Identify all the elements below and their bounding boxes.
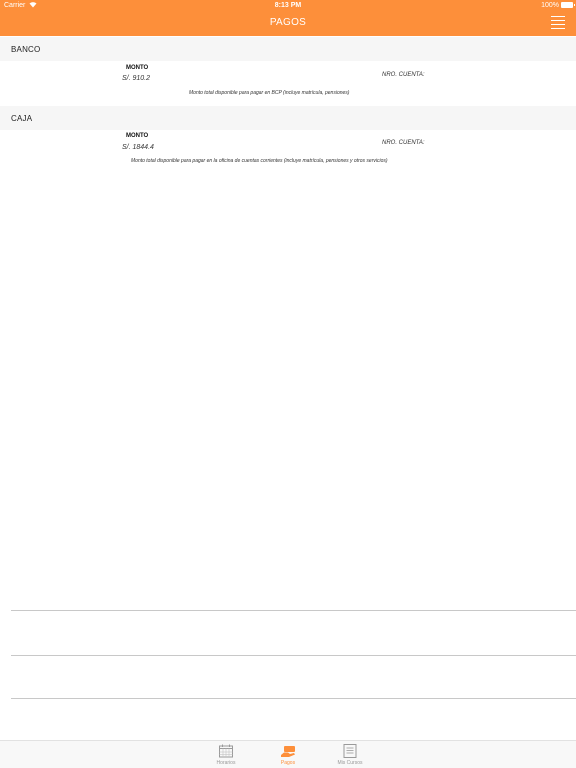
calendar-icon — [218, 744, 234, 758]
battery-icon — [561, 2, 575, 8]
tab-mis-cursos[interactable]: Mis Cursos — [325, 743, 375, 767]
divider — [11, 698, 576, 699]
section-title: CAJA — [11, 114, 33, 123]
page-title: PAGOS — [269, 17, 307, 28]
caja-cuenta-label: NRO. CUENTA: — [382, 140, 425, 146]
tab-label: Horarios — [216, 760, 236, 766]
tab-label: Mis Cursos — [337, 760, 363, 766]
tab-horarios[interactable]: Horarios — [201, 743, 251, 767]
status-bar: Carrier 8:13 PM 100% — [0, 0, 576, 11]
status-time: 8:13 PM — [274, 2, 302, 9]
section-header-caja: CAJA — [0, 106, 576, 130]
banco-cuenta-label: NRO. CUENTA: — [382, 72, 425, 78]
banco-monto-value: S/. 910.2 — [122, 75, 151, 82]
caja-monto-label: MONTO — [126, 133, 149, 139]
payment-icon — [280, 744, 296, 758]
list-icon — [342, 744, 358, 758]
banco-monto-label: MONTO — [126, 65, 149, 71]
caja-monto-value: S/. 1844.4 — [122, 144, 154, 151]
hamburger-icon[interactable] — [551, 16, 565, 30]
battery-percent: 100% — [541, 2, 559, 9]
tab-pagos[interactable]: Pagos — [263, 743, 313, 767]
divider — [11, 655, 576, 656]
divider — [11, 610, 576, 611]
section-title: BANCO — [11, 45, 41, 54]
nav-header: Carrier 8:13 PM 100% PAGOS — [0, 0, 576, 36]
tab-label: Pagos — [280, 760, 296, 766]
section-header-banco: BANCO — [0, 37, 576, 61]
banco-note: Monto total disponible para pagar en BCP… — [189, 90, 350, 96]
tab-bar: Horarios Pagos Mis Cursos — [0, 740, 576, 768]
caja-note: Monto total disponible para pagar en la … — [131, 158, 388, 164]
